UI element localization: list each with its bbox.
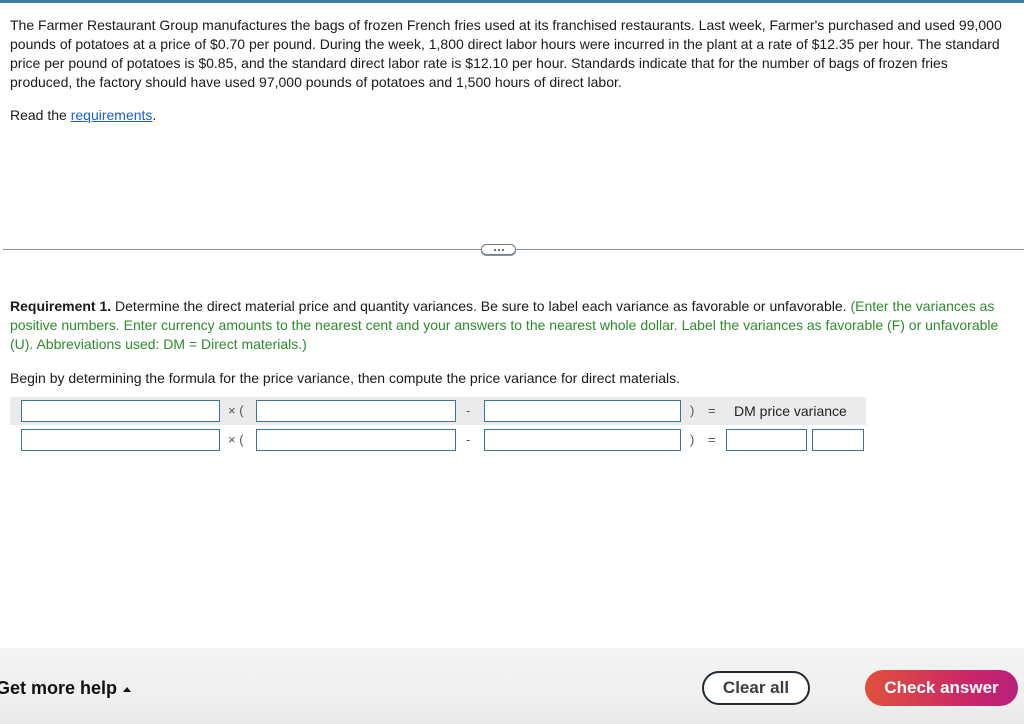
expand-button[interactable] xyxy=(481,244,516,255)
requirement-text: Requirement 1. Determine the direct mate… xyxy=(10,297,1010,354)
close-paren: ) xyxy=(690,432,695,447)
read-requirements: Read the requirements. xyxy=(10,106,156,125)
minus-sign: - xyxy=(466,403,471,418)
formula-input-1[interactable] xyxy=(21,400,220,422)
requirement-body: Determine the direct material price and … xyxy=(111,298,851,314)
ellipsis-icon xyxy=(501,248,504,251)
footer-bar: Get more help Clear all Check answer xyxy=(0,648,1024,724)
value-input-1[interactable] xyxy=(21,429,220,451)
formula-row-header: × ( - ) = DM price variance xyxy=(10,397,866,425)
top-accent-bar xyxy=(0,0,1024,3)
equals-sign: = xyxy=(708,403,716,418)
formula-row-values: × ( - ) = xyxy=(10,426,866,454)
formula-input-3[interactable] xyxy=(484,400,681,422)
times-open-paren: × ( xyxy=(228,403,244,418)
variance-amount-input[interactable] xyxy=(726,429,807,451)
requirements-link[interactable]: requirements xyxy=(71,107,153,123)
get-more-help-button[interactable]: Get more help xyxy=(0,678,132,699)
variance-label-input[interactable] xyxy=(812,429,864,451)
check-answer-button[interactable]: Check answer xyxy=(865,670,1018,706)
ellipsis-icon xyxy=(497,248,500,251)
equals-sign: = xyxy=(708,432,716,447)
problem-statement: The Farmer Restaurant Group manufactures… xyxy=(10,17,1002,90)
requirement-title: Requirement 1. xyxy=(10,298,112,314)
dm-price-variance-label: DM price variance xyxy=(734,403,847,419)
clear-all-button[interactable]: Clear all xyxy=(702,671,810,705)
value-input-2[interactable] xyxy=(256,429,456,451)
value-input-3[interactable] xyxy=(484,429,681,451)
caret-up-icon xyxy=(123,687,132,692)
read-suffix: . xyxy=(152,107,157,123)
formula-input-2[interactable] xyxy=(256,400,456,422)
instruction-text: Begin by determining the formula for the… xyxy=(10,370,680,386)
read-prefix: Read the xyxy=(10,107,71,123)
ellipsis-icon xyxy=(493,248,496,251)
get-more-help-label: Get more help xyxy=(0,678,118,698)
close-paren: ) xyxy=(690,403,695,418)
times-open-paren: × ( xyxy=(228,432,244,447)
minus-sign: - xyxy=(466,432,471,447)
